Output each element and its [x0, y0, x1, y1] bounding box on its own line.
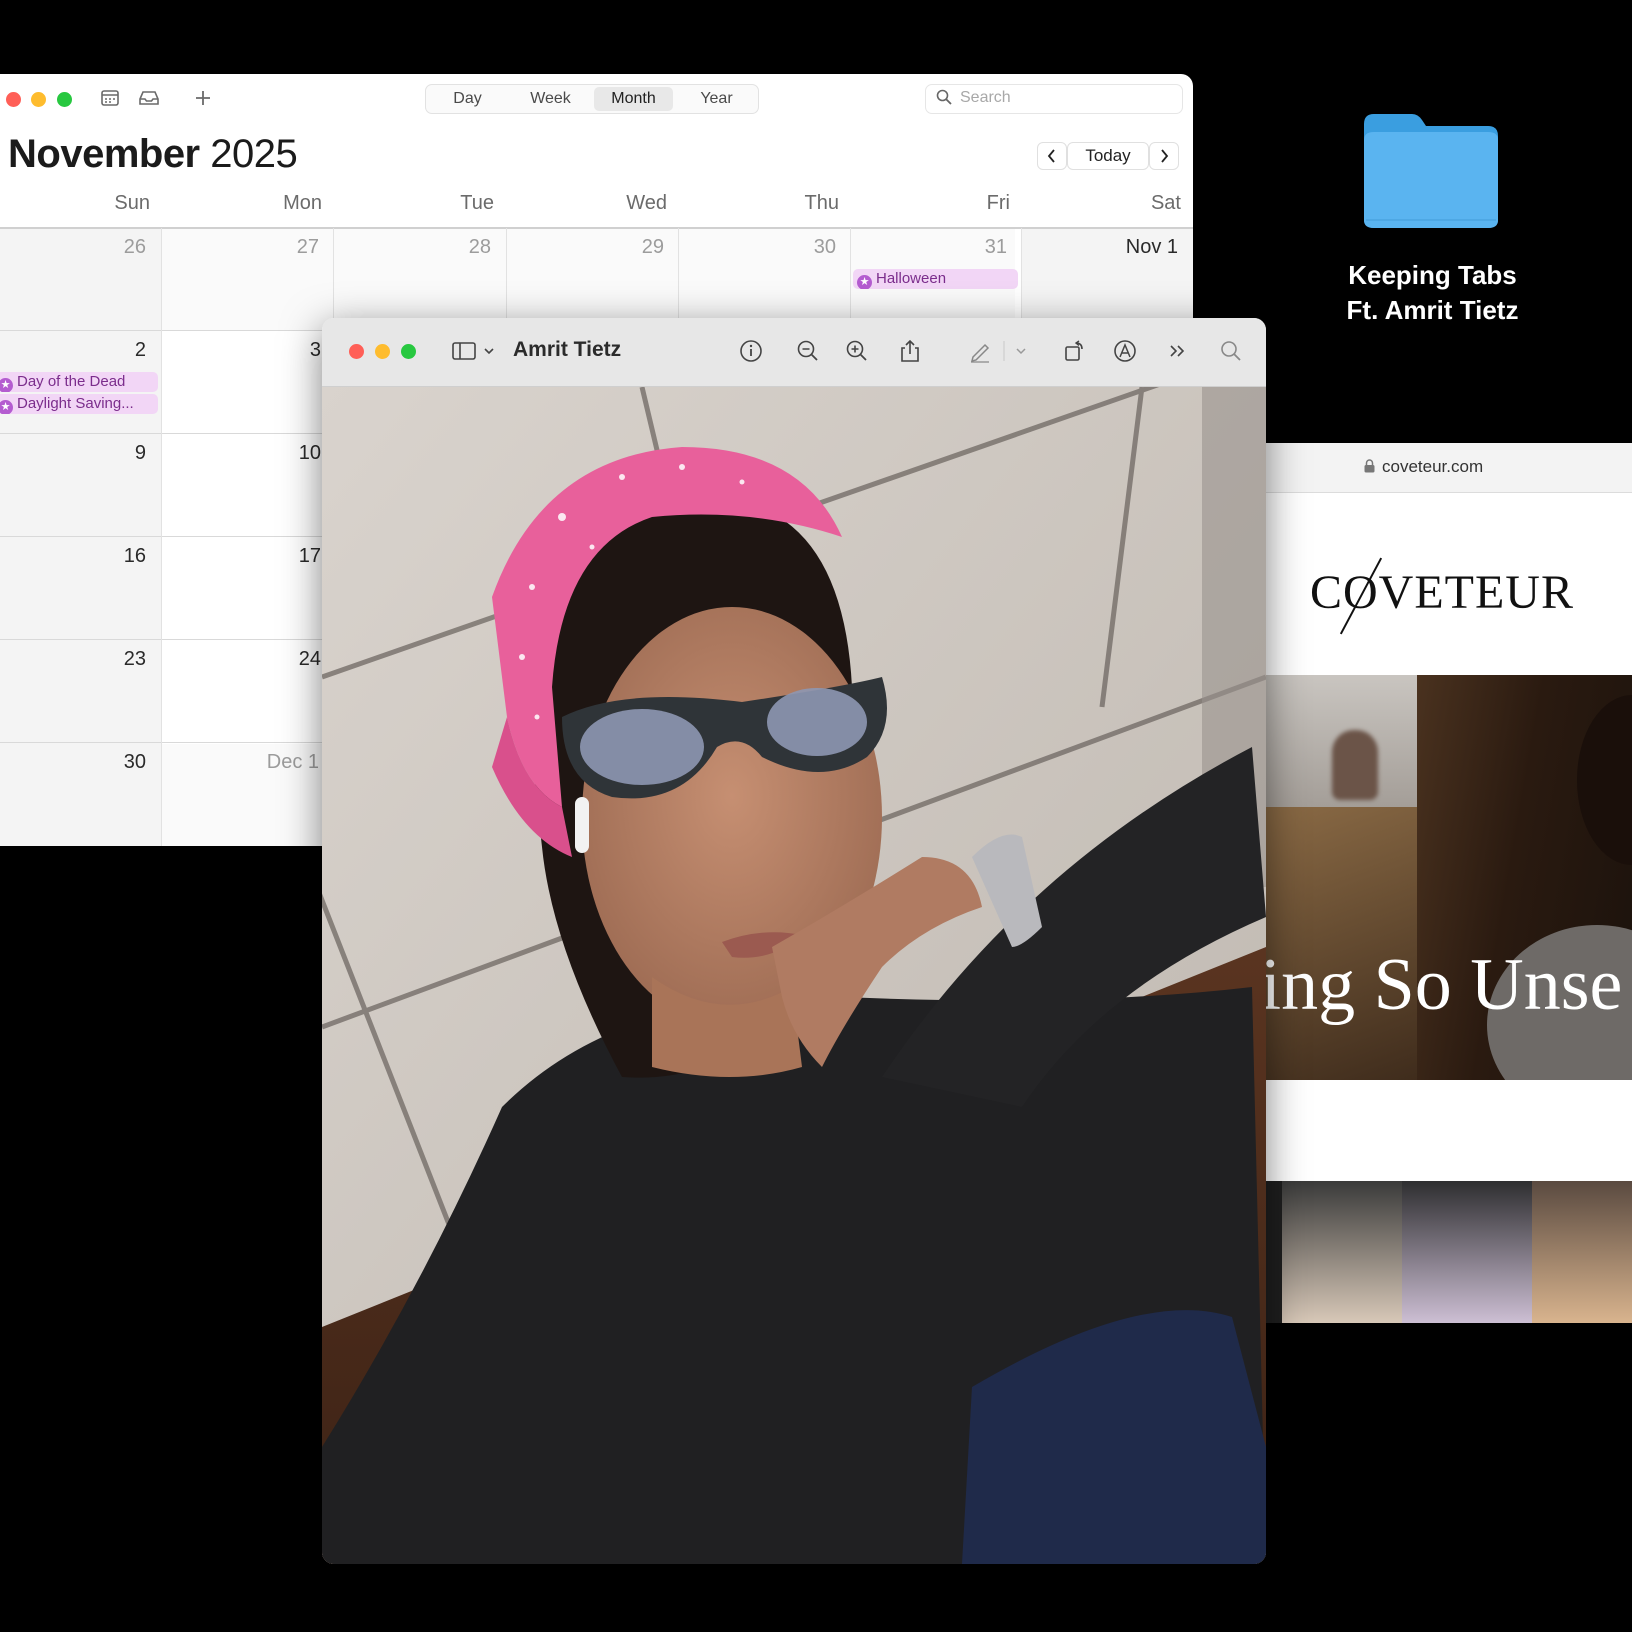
- holiday-star-icon: ★: [0, 400, 13, 414]
- weekday-mon: Mon: [283, 192, 322, 214]
- search-icon[interactable]: [1218, 338, 1244, 364]
- day-cell-number[interactable]: 28: [351, 236, 491, 259]
- day-cell-number[interactable]: 23: [6, 648, 146, 671]
- month-title: November 2025: [8, 132, 298, 177]
- chevron-down-icon[interactable]: [482, 338, 496, 364]
- day-cell-number[interactable]: 26: [6, 236, 146, 259]
- day-cell-number[interactable]: 31: [867, 236, 1007, 259]
- thumbnail-photo: [1532, 1181, 1632, 1323]
- day-cell-number[interactable]: Dec 1: [179, 751, 319, 774]
- preview-toolbar: Amrit Tietz: [322, 318, 1266, 387]
- portrait-photo: [322, 387, 1266, 1564]
- address-bar[interactable]: coveteur.com: [1262, 443, 1632, 493]
- zoom-button[interactable]: [57, 92, 72, 107]
- close-button[interactable]: [349, 344, 364, 359]
- markup-pen-icon[interactable]: [967, 338, 993, 364]
- hero-figure: [1577, 695, 1632, 865]
- lock-icon: [1364, 459, 1375, 473]
- add-event-icon[interactable]: [194, 89, 212, 107]
- url-text: coveteur.com: [1382, 457, 1484, 476]
- tab-day[interactable]: Day: [428, 87, 507, 111]
- day-cell-number[interactable]: 30: [696, 236, 836, 259]
- next-month-button[interactable]: [1149, 142, 1179, 170]
- day-cell-number[interactable]: 10: [181, 442, 321, 465]
- site-logo[interactable]: COVETEUR: [1310, 565, 1574, 620]
- calendar-list-icon[interactable]: [100, 89, 120, 107]
- markup-toolbar-icon[interactable]: [1112, 338, 1138, 364]
- search-placeholder: Search: [960, 89, 1011, 106]
- day-cell-number[interactable]: 9: [6, 442, 146, 465]
- event-label: Halloween: [876, 270, 947, 287]
- folder-label-line: Keeping Tabs: [1348, 260, 1517, 290]
- today-button[interactable]: Today: [1067, 142, 1149, 170]
- previous-month-button[interactable]: [1037, 142, 1067, 170]
- rotate-icon[interactable]: [1062, 338, 1088, 364]
- photo-image[interactable]: [322, 387, 1266, 1564]
- col-divider: [161, 228, 162, 846]
- day-cell-number[interactable]: 17: [181, 545, 321, 568]
- weekday-sat: Sat: [1150, 192, 1181, 214]
- view-segmented-control: Day Week Month Year: [425, 84, 759, 114]
- weekday-tue: Tue: [460, 192, 494, 214]
- day-cell-number[interactable]: 2: [6, 339, 146, 362]
- folder-icon[interactable]: [1360, 110, 1502, 232]
- thumbnail-photo: [1402, 1181, 1532, 1323]
- chevron-left-icon: [1047, 149, 1055, 163]
- day-cell-number[interactable]: 27: [179, 236, 319, 259]
- tab-year[interactable]: Year: [677, 87, 756, 111]
- holiday-star-icon: ★: [857, 275, 872, 289]
- chevron-down-icon[interactable]: [1014, 338, 1028, 364]
- event-halloween[interactable]: ★ Halloween: [853, 269, 1018, 289]
- day-cell-number[interactable]: 30: [6, 751, 146, 774]
- document-title[interactable]: Amrit Tietz: [513, 338, 621, 362]
- share-icon[interactable]: [897, 338, 923, 364]
- browser-window: coveteur.com COVETEUR ting So Unse: [1262, 443, 1632, 1323]
- month-name: November: [8, 132, 200, 176]
- hero-figure: [1332, 730, 1378, 800]
- tab-week[interactable]: Week: [511, 87, 590, 111]
- weekday-thu: Thu: [804, 192, 839, 214]
- day-cell-number[interactable]: 16: [6, 545, 146, 568]
- thumbnail-photo: [1282, 1181, 1402, 1323]
- sidebar-icon[interactable]: [451, 338, 477, 364]
- day-cell-number[interactable]: Nov 1: [1038, 236, 1178, 259]
- holiday-star-icon: ★: [0, 378, 13, 392]
- day-cell-number[interactable]: 3: [181, 339, 321, 362]
- tab-month[interactable]: Month: [594, 87, 673, 111]
- toolbar-separator: [1003, 341, 1005, 361]
- chevron-double-right-icon[interactable]: [1165, 338, 1191, 364]
- folder-label[interactable]: Keeping Tabs Ft. Amrit Tietz: [1305, 258, 1560, 328]
- minimize-button[interactable]: [31, 92, 46, 107]
- event-label: Daylight Saving...: [17, 395, 134, 412]
- hero-photo-tile: [1262, 675, 1417, 807]
- day-cell-number[interactable]: 29: [524, 236, 664, 259]
- event-label: Day of the Dead: [17, 373, 126, 390]
- chevron-right-icon: [1161, 149, 1169, 163]
- day-cell-number[interactable]: 24: [181, 648, 321, 671]
- zoom-in-icon[interactable]: [844, 338, 870, 364]
- close-button[interactable]: [6, 92, 21, 107]
- weekday-sun: Sun: [114, 192, 150, 214]
- info-icon[interactable]: [738, 338, 764, 364]
- zoom-button[interactable]: [401, 344, 416, 359]
- weekday-fri: Fri: [986, 192, 1010, 214]
- event-daylight-saving[interactable]: ★ Daylight Saving...: [0, 394, 158, 414]
- zoom-out-icon[interactable]: [795, 338, 821, 364]
- calendar-toolbar: Day Week Month Year Search: [0, 74, 1193, 124]
- hero-headline[interactable]: ting So Unse: [1262, 943, 1622, 1028]
- search-field[interactable]: Search: [925, 84, 1183, 114]
- preview-window: Amrit Tietz: [322, 318, 1266, 1564]
- month-year: 2025: [210, 132, 298, 176]
- inbox-icon[interactable]: [138, 89, 160, 107]
- minimize-button[interactable]: [375, 344, 390, 359]
- search-icon: [936, 89, 952, 105]
- header-divider: [0, 227, 1193, 229]
- event-day-of-the-dead[interactable]: ★ Day of the Dead: [0, 372, 158, 392]
- folder-label-line: Ft. Amrit Tietz: [1346, 295, 1519, 325]
- weekday-wed: Wed: [626, 192, 667, 214]
- thumbnail-strip[interactable]: [1262, 1181, 1632, 1323]
